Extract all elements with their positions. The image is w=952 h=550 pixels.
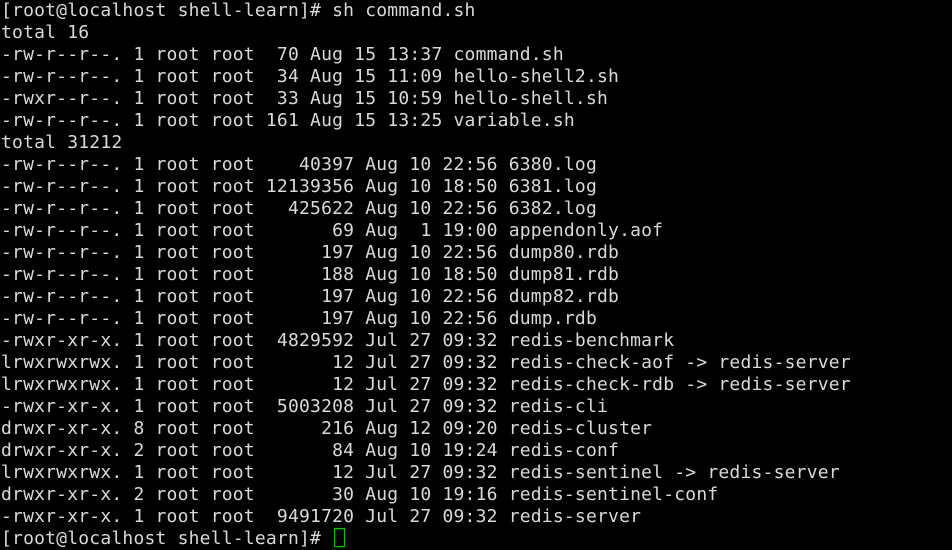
terminal-line: -rw-r--r--. 1 root root 197 Aug 10 22:56… [1, 286, 620, 307]
terminal-cursor[interactable] [334, 528, 346, 547]
terminal-line: -rw-r--r--. 1 root root 425622 Aug 10 22… [1, 198, 597, 219]
shell-prompt: [root@localhost shell-learn]# [1, 528, 333, 549]
terminal-line: -rw-r--r--. 1 root root 161 Aug 15 13:25… [1, 110, 575, 131]
terminal-line: -rwxr-xr-x. 1 root root 9491720 Jul 27 0… [1, 506, 642, 527]
terminal-line: -rwxr--r--. 1 root root 33 Aug 15 10:59 … [1, 88, 609, 109]
terminal-line: -rw-r--r--. 1 root root 70 Aug 15 13:37 … [1, 44, 564, 65]
terminal-prompt-line[interactable]: [root@localhost shell-learn]# [0, 528, 952, 550]
terminal-line: -rwxr-xr-x. 1 root root 5003208 Jul 27 0… [1, 396, 609, 417]
terminal-line: -rwxr-xr-x. 1 root root 4829592 Jul 27 0… [1, 330, 675, 351]
terminal-line: -rw-r--r--. 1 root root 34 Aug 15 11:09 … [1, 66, 620, 87]
terminal-line: [root@localhost shell-learn]# sh command… [1, 0, 476, 21]
terminal-line: drwxr-xr-x. 2 root root 30 Aug 10 19:16 … [1, 484, 719, 505]
terminal-line: -rw-r--r--. 1 root root 197 Aug 10 22:56… [1, 308, 597, 329]
terminal-line: lrwxrwxrwx. 1 root root 12 Jul 27 09:32 … [1, 374, 851, 395]
terminal-line: total 16 [1, 22, 90, 43]
terminal-line: drwxr-xr-x. 8 root root 216 Aug 12 09:20… [1, 418, 653, 439]
terminal-line: lrwxrwxrwx. 1 root root 12 Jul 27 09:32 … [1, 462, 840, 483]
terminal-line: -rw-r--r--. 1 root root 12139356 Aug 10 … [1, 176, 597, 197]
terminal-line: -rw-r--r--. 1 root root 197 Aug 10 22:56… [1, 242, 620, 263]
terminal-line: -rw-r--r--. 1 root root 40397 Aug 10 22:… [1, 154, 597, 175]
terminal-line: total 31212 [1, 132, 123, 153]
terminal-window[interactable]: [root@localhost shell-learn]# sh command… [0, 0, 952, 549]
terminal-line: -rw-r--r--. 1 root root 69 Aug 1 19:00 a… [1, 220, 664, 241]
terminal-line: drwxr-xr-x. 2 root root 84 Aug 10 19:24 … [1, 440, 620, 461]
terminal-line: -rw-r--r--. 1 root root 188 Aug 10 18:50… [1, 264, 620, 285]
terminal-line: lrwxrwxrwx. 1 root root 12 Jul 27 09:32 … [1, 352, 851, 373]
